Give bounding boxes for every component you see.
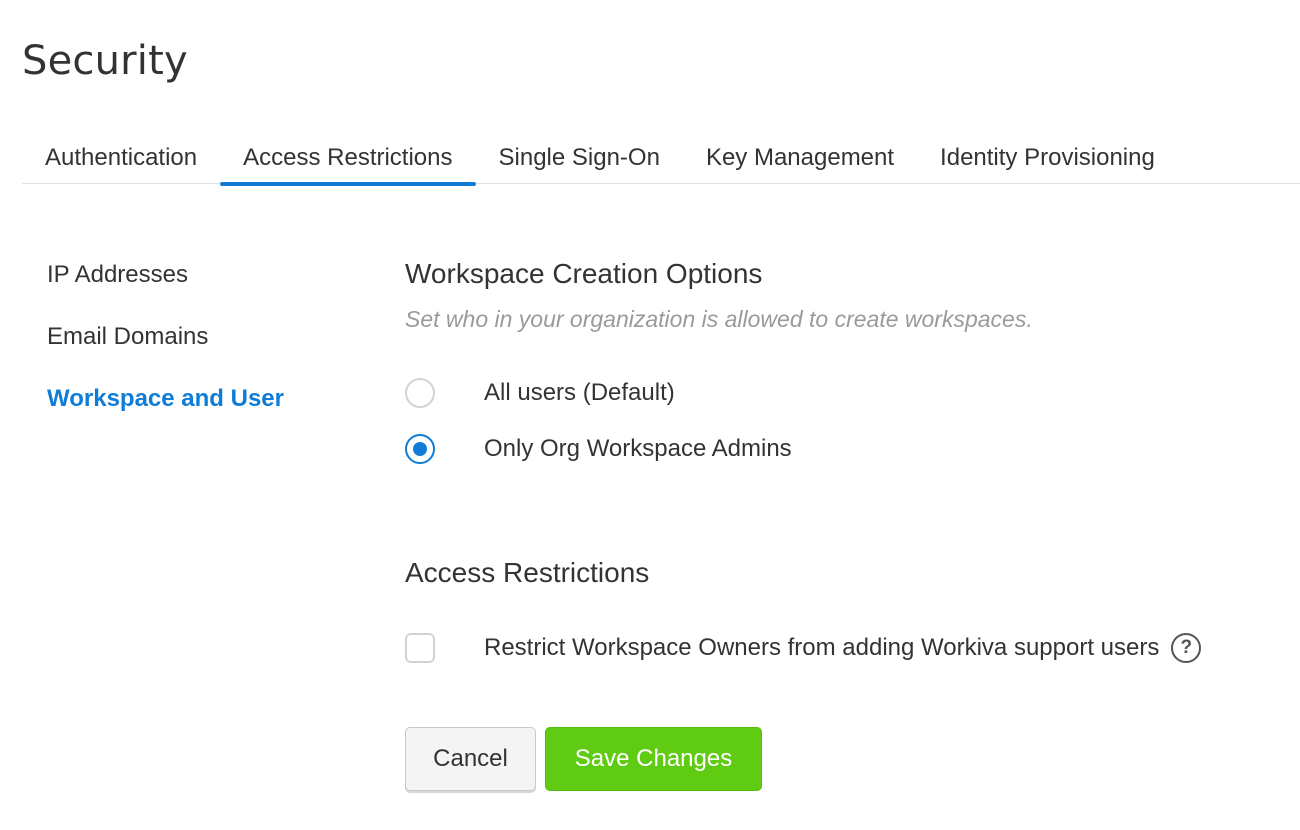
radio-option-label: All users (Default)	[484, 379, 675, 406]
radio-option-org-admins[interactable]: Only Org Workspace Admins	[405, 434, 792, 464]
radio-option-label: Only Org Workspace Admins	[484, 435, 792, 462]
workspace-creation-description: Set who in your organization is allowed …	[405, 306, 1033, 332]
tab-access-restrictions[interactable]: Access Restrictions	[220, 138, 476, 186]
restrict-support-users-checkbox[interactable]	[405, 633, 435, 663]
restrict-support-users-label: Restrict Workspace Owners from adding Wo…	[484, 634, 1160, 661]
tab-identity-provisioning[interactable]: Identity Provisioning	[917, 138, 1178, 184]
cancel-button[interactable]: Cancel	[405, 727, 536, 791]
radio-button-unchecked[interactable]	[405, 378, 435, 408]
side-nav-item-workspace-and-user[interactable]: Workspace and User	[47, 384, 284, 446]
save-changes-button[interactable]: Save Changes	[545, 727, 762, 791]
tab-authentication[interactable]: Authentication	[22, 138, 220, 184]
tab-single-sign-on[interactable]: Single Sign-On	[476, 138, 683, 184]
access-restrictions-title: Access Restrictions	[405, 557, 650, 588]
workspace-creation-title: Workspace Creation Options	[405, 258, 763, 289]
radio-option-all-users[interactable]: All users (Default)	[405, 378, 675, 408]
tab-bar: Authentication Access Restrictions Singl…	[22, 138, 1300, 186]
restrict-support-users-row[interactable]: Restrict Workspace Owners from adding Wo…	[405, 633, 1202, 663]
side-nav-item-email-domains[interactable]: Email Domains	[47, 322, 284, 384]
radio-button-checked[interactable]	[405, 434, 435, 464]
radio-selected-dot	[413, 442, 427, 456]
page-title: Security	[22, 38, 188, 84]
tab-key-management[interactable]: Key Management	[683, 138, 917, 184]
side-nav-item-ip-addresses[interactable]: IP Addresses	[47, 260, 284, 322]
question-circle-icon[interactable]: ?	[1171, 633, 1202, 663]
side-nav: IP Addresses Email Domains Workspace and…	[47, 260, 284, 446]
